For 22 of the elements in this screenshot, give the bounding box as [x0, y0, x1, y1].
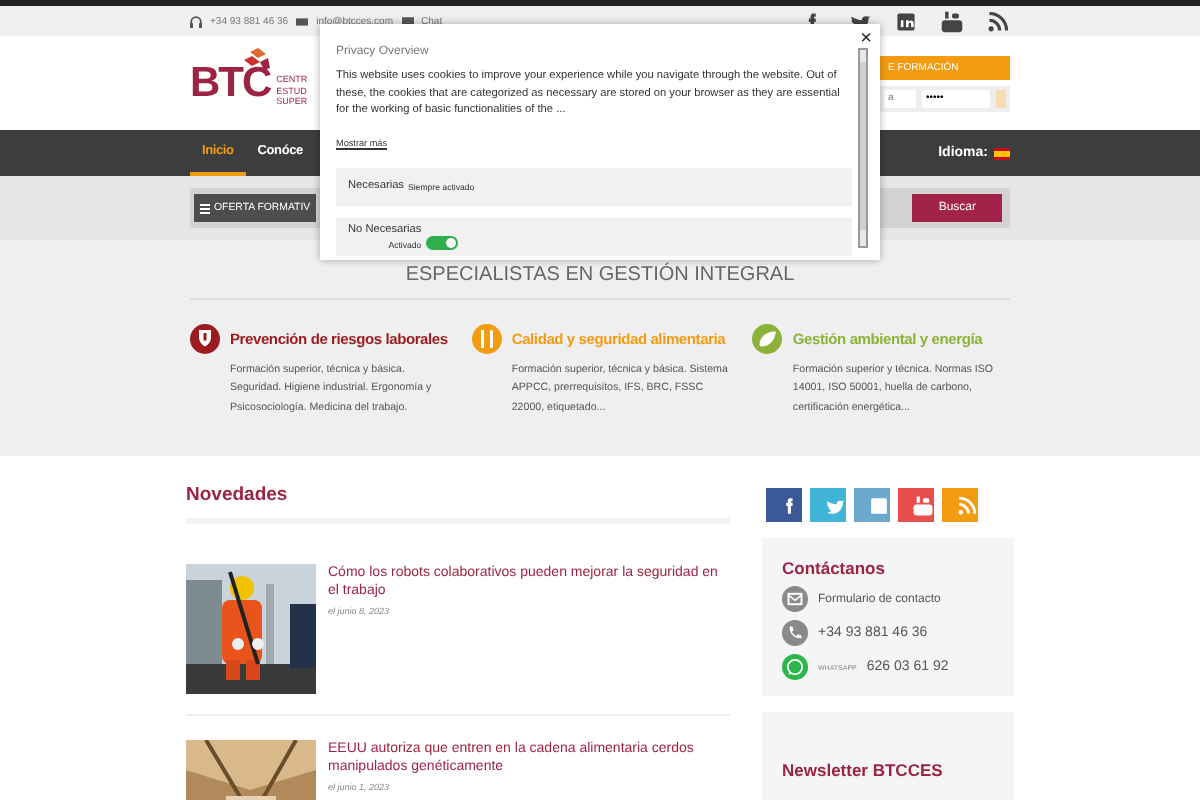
social-button[interactable] [766, 488, 802, 522]
scrollbar[interactable] [858, 48, 868, 248]
whatsapp-icon [782, 654, 808, 680]
rss-icon[interactable] [986, 9, 1010, 33]
toggle-switch[interactable] [425, 235, 458, 250]
social-button[interactable] [898, 488, 934, 522]
shield-icon [190, 324, 220, 354]
panel-title: Contáctanos [782, 558, 887, 578]
close-button[interactable]: × [860, 30, 872, 50]
envelope-icon [782, 586, 808, 612]
phone-icon [782, 620, 808, 646]
headset-icon [190, 15, 202, 27]
envelope-icon [296, 15, 309, 27]
panel-title: Newsletter BTCCES [782, 760, 945, 780]
section-heading: ESPECIALISTAS EN GESTIÓN INTEGRAL [190, 264, 1010, 300]
section-title: Novedades [186, 484, 730, 524]
flag-icon[interactable] [994, 147, 1010, 159]
chat-icon [401, 15, 414, 27]
leaf-icon [752, 324, 783, 354]
logo-text[interactable]: BTC [190, 59, 271, 107]
list-icon [200, 203, 210, 213]
utensils-icon [471, 324, 502, 354]
